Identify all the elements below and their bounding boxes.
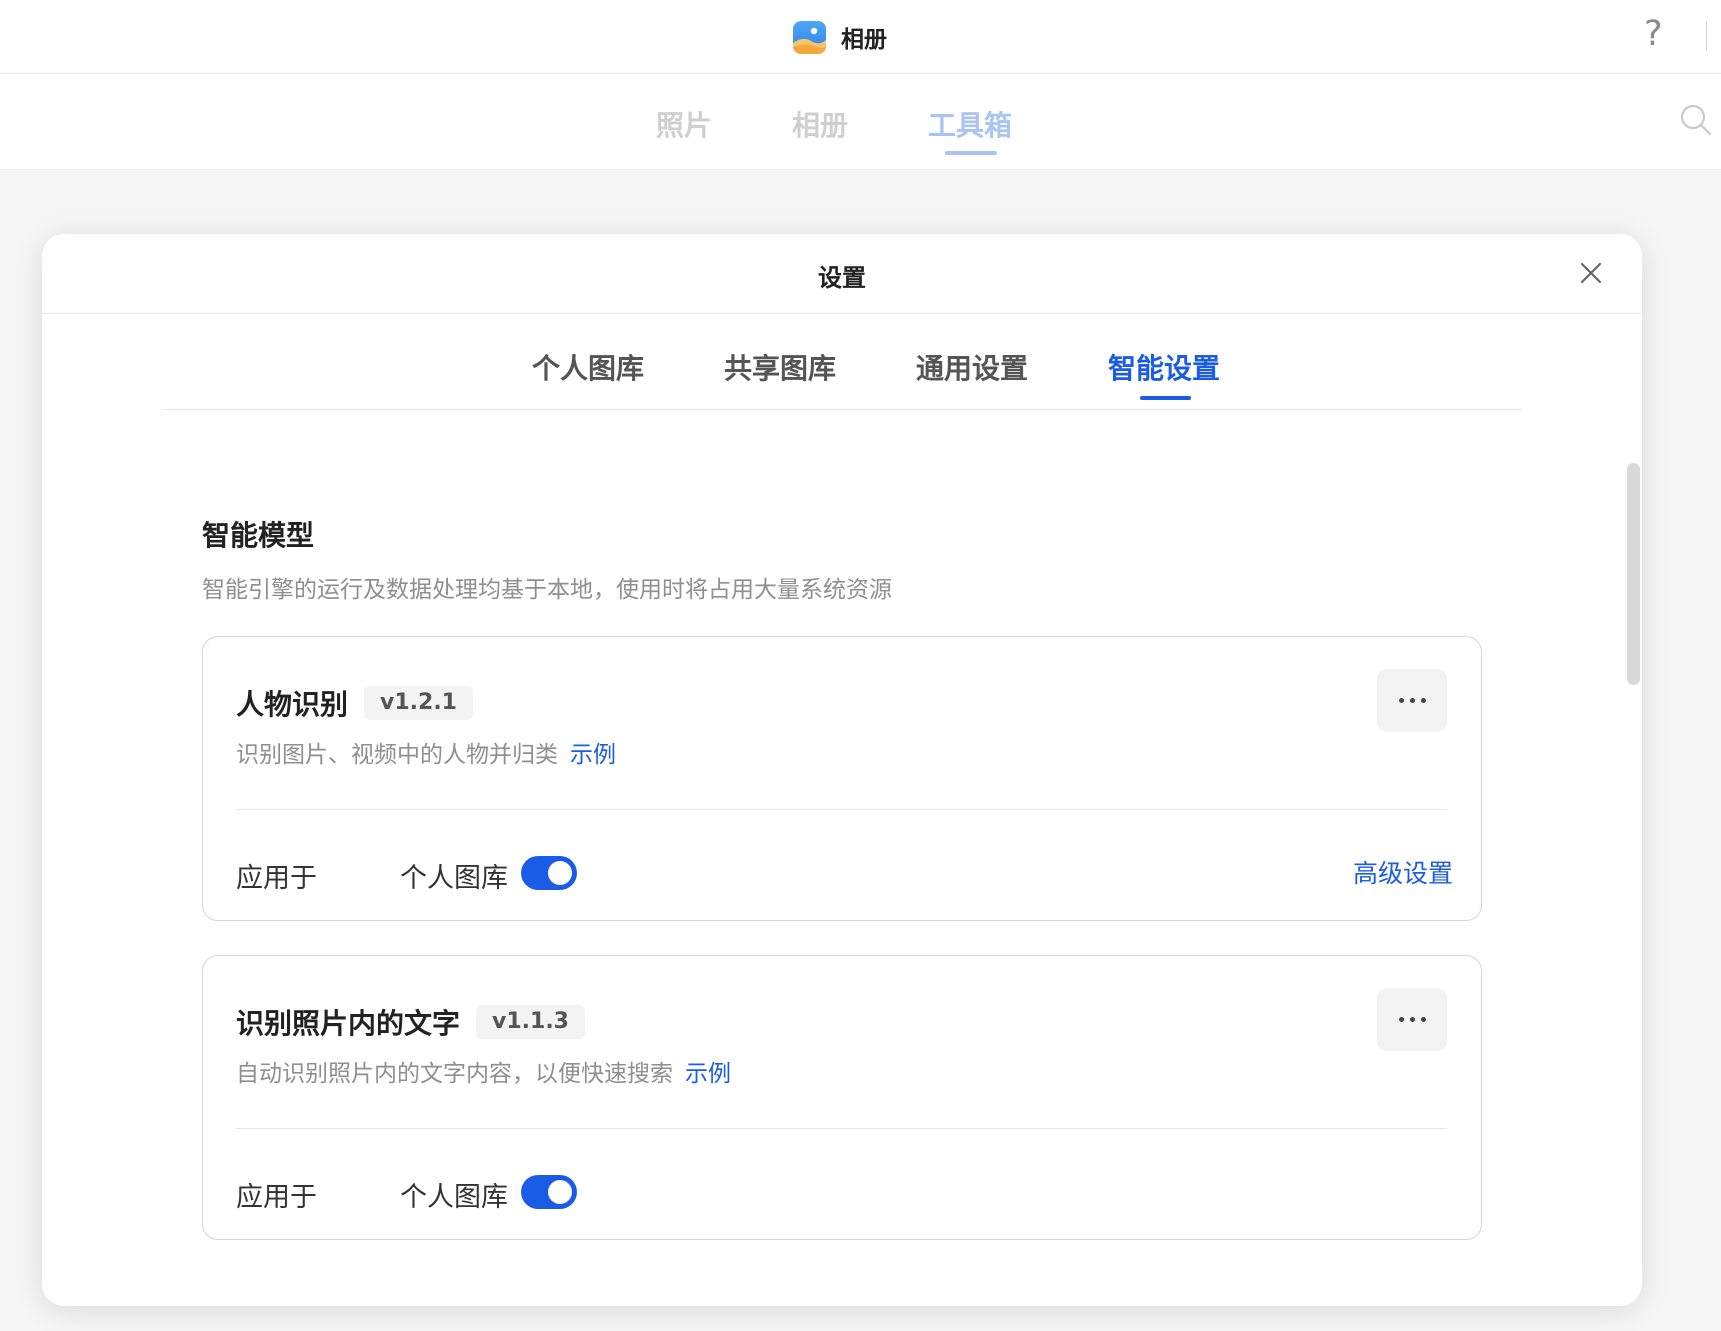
- personal-library-toggle[interactable]: [521, 856, 577, 890]
- personal-library-toggle[interactable]: [521, 1175, 577, 1209]
- tab-smart-settings[interactable]: 智能设置: [1108, 347, 1220, 387]
- more-options-button[interactable]: [1377, 669, 1447, 732]
- card-title: 识别照片内的文字: [236, 1007, 461, 1040]
- tab-shared-library[interactable]: 共享图库: [724, 347, 836, 387]
- card-description: 识别图片、视频中的人物并归类 示例: [236, 735, 616, 769]
- advanced-settings-link[interactable]: 高级设置: [1353, 854, 1453, 890]
- version-badge: v1.1.3: [476, 1005, 585, 1039]
- close-icon[interactable]: [1572, 254, 1610, 292]
- main-nav: 照片 相册 工具箱: [0, 74, 1721, 170]
- more-icon: [1398, 698, 1404, 703]
- nav-active-indicator: [945, 151, 997, 155]
- toggle-knob: [548, 861, 572, 885]
- photos-app-icon: [793, 20, 826, 54]
- dialog-header: 设置: [42, 234, 1642, 314]
- example-link[interactable]: 示例: [685, 1061, 731, 1087]
- more-icon-dot: [1420, 1017, 1426, 1022]
- nav-tab-photos[interactable]: 照片: [656, 104, 712, 144]
- more-icon: [1398, 1017, 1404, 1022]
- section-description: 智能引擎的运行及数据处理均基于本地，使用时将占用大量系统资源: [202, 577, 892, 603]
- app-title-group: 相册: [793, 17, 887, 57]
- card-title-row: 识别照片内的文字 v1.1.3: [236, 1002, 585, 1042]
- card-divider: [236, 1128, 1447, 1129]
- more-icon-dot: [1409, 698, 1415, 703]
- tab-personal-library[interactable]: 个人图库: [532, 347, 644, 387]
- model-card-person-recognition: 人物识别 v1.2.1 识别图片、视频中的人物并归类 示例 应用于 个人图库 高级…: [202, 636, 1482, 921]
- library-label: 个人图库: [400, 863, 508, 894]
- more-icon-dot: [1409, 1017, 1415, 1022]
- dialog-title: 设置: [818, 264, 866, 292]
- example-link[interactable]: 示例: [570, 742, 616, 768]
- tab-active-indicator: [1140, 396, 1191, 400]
- title-bar: 相册 ?: [0, 0, 1721, 74]
- card-description-text: 识别图片、视频中的人物并归类: [236, 742, 558, 768]
- app-name: 相册: [841, 27, 887, 53]
- library-label: 个人图库: [400, 1182, 508, 1213]
- more-icon-dot: [1420, 698, 1426, 703]
- apply-to-label: 应用于: [236, 863, 317, 894]
- card-description: 自动识别照片内的文字内容，以便快速搜索 示例: [236, 1054, 731, 1088]
- settings-dialog: 设置 个人图库 共享图库 通用设置 智能设置 智能模型 智能引擎的运行及数据处理…: [42, 234, 1642, 1306]
- search-icon[interactable]: [1680, 104, 1712, 136]
- card-divider: [236, 809, 1447, 810]
- nav-tab-albums[interactable]: 相册: [792, 104, 848, 144]
- section-title: 智能模型: [202, 519, 315, 552]
- help-icon[interactable]: ?: [1644, 14, 1663, 54]
- apply-to-label: 应用于: [236, 1182, 317, 1213]
- model-card-text-recognition: 识别照片内的文字 v1.1.3 自动识别照片内的文字内容，以便快速搜索 示例 应用…: [202, 955, 1482, 1240]
- version-badge: v1.2.1: [364, 686, 473, 720]
- scrollbar-thumb[interactable]: [1627, 463, 1640, 685]
- toggle-knob: [548, 1180, 572, 1204]
- more-options-button[interactable]: [1377, 988, 1447, 1051]
- tab-general-settings[interactable]: 通用设置: [916, 347, 1028, 387]
- card-description-text: 自动识别照片内的文字内容，以便快速搜索: [236, 1061, 673, 1087]
- nav-tab-toolbox[interactable]: 工具箱: [928, 104, 1012, 144]
- card-title: 人物识别: [236, 688, 349, 721]
- card-title-row: 人物识别 v1.2.1: [236, 683, 473, 723]
- settings-tabs: 个人图库 共享图库 通用设置 智能设置: [162, 314, 1522, 410]
- title-divider: [1706, 22, 1707, 50]
